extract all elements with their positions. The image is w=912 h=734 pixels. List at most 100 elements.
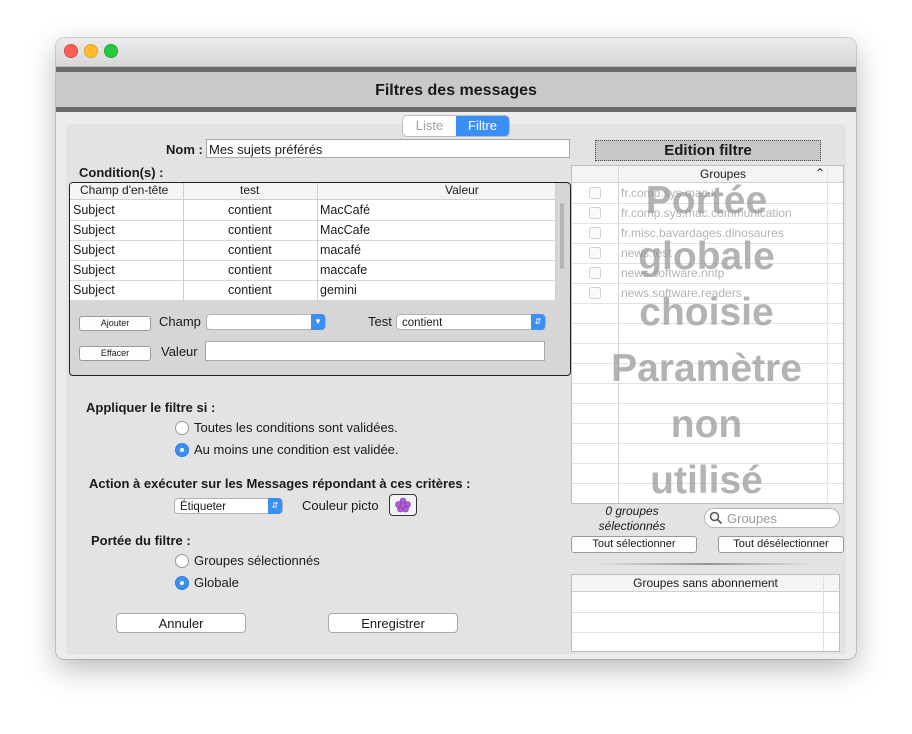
group-row[interactable]: fr.comp.sys.mac.x: [572, 183, 843, 204]
conditions-table-header: Champ d'en-tête test Valeur: [70, 183, 556, 200]
updown-chevron-icon: ⇵: [268, 498, 282, 514]
groups-count-line: 0 groupes: [605, 504, 659, 518]
empty-row: [572, 443, 843, 464]
scope-label: Portée du filtre :: [91, 533, 191, 548]
cell-champ: Subject: [73, 283, 115, 297]
table-row[interactable]: Subject contient gemini: [70, 280, 556, 301]
no-subscription-table[interactable]: Groupes sans abonnement: [571, 574, 840, 652]
test-select-value: contient: [402, 317, 443, 329]
save-button[interactable]: Enregistrer: [328, 613, 458, 633]
separator: [596, 563, 816, 565]
cell-valeur: gemini: [320, 283, 357, 297]
empty-row: [572, 403, 843, 424]
champ-select[interactable]: ▼: [206, 314, 326, 330]
cell-valeur: macafé: [320, 243, 361, 257]
empty-row: [572, 612, 839, 633]
radio-any-condition[interactable]: [175, 443, 189, 457]
filter-window: Filtres des messages Liste Filtre Nom : …: [56, 38, 856, 659]
tab-filtre[interactable]: Filtre: [456, 116, 509, 136]
test-select[interactable]: contient ⇵: [396, 314, 546, 330]
apply-label: Appliquer le filtre si :: [86, 400, 216, 415]
groups-table-header: Groupes ⌃: [572, 166, 843, 183]
group-checkbox[interactable]: [589, 247, 601, 259]
conditions-table[interactable]: Champ d'en-tête test Valeur Subject cont…: [70, 183, 564, 301]
groups-search-input[interactable]: Groupes: [704, 508, 840, 528]
conditions-scrollbar[interactable]: [560, 203, 564, 269]
action-select[interactable]: Étiqueter ⇵: [174, 498, 283, 514]
cell-valeur: MacCafé: [320, 203, 371, 217]
cell-champ: Subject: [73, 203, 115, 217]
group-row[interactable]: fr.misc.bavardages.dinosaures: [572, 223, 843, 244]
column-header-champ[interactable]: Champ d'en-tête: [80, 183, 168, 197]
empty-row: [572, 323, 843, 344]
close-window-button[interactable]: [64, 44, 78, 58]
group-name: fr.comp.sys.mac.communication: [621, 206, 792, 220]
action-label: Action à exécuter sur les Messages répon…: [89, 476, 471, 491]
delete-condition-button[interactable]: Effacer: [79, 346, 151, 361]
updown-chevron-icon: ⇵: [531, 314, 545, 330]
cell-champ: Subject: [73, 223, 115, 237]
select-all-button[interactable]: Tout sélectionner: [571, 536, 697, 553]
groups-count: 0 groupes sélectionnés: [584, 504, 680, 534]
cell-valeur: MacCafe: [320, 223, 371, 237]
title-bar: [56, 38, 856, 67]
column-divider: [183, 183, 184, 301]
group-row[interactable]: news.software.nntp: [572, 263, 843, 284]
add-condition-button[interactable]: Ajouter: [79, 316, 151, 331]
valeur-label: Valeur: [161, 344, 198, 359]
column-divider: [317, 183, 318, 301]
radio-all-conditions-label: Toutes les conditions sont validées.: [194, 420, 398, 435]
radio-selected-groups-label: Groupes sélectionnés: [194, 553, 320, 568]
group-row[interactable]: news.test: [572, 243, 843, 264]
zoom-window-button[interactable]: [104, 44, 118, 58]
valeur-input[interactable]: [205, 341, 545, 361]
empty-row: [572, 343, 843, 364]
no-subscription-header[interactable]: Groupes sans abonnement: [572, 575, 839, 592]
page-title: Filtres des messages: [375, 82, 537, 99]
group-name: news.software.nntp: [621, 266, 725, 280]
group-row[interactable]: fr.comp.sys.mac.communication: [572, 203, 843, 224]
cancel-button[interactable]: Annuler: [116, 613, 246, 633]
group-checkbox[interactable]: [589, 207, 601, 219]
champ-label: Champ: [159, 314, 201, 329]
table-row[interactable]: Subject contient MacCafé: [70, 200, 556, 221]
table-row[interactable]: Subject contient maccafe: [70, 260, 556, 281]
empty-row: [572, 592, 839, 613]
column-header-test[interactable]: test: [240, 183, 259, 197]
groups-column-header[interactable]: Groupes: [700, 167, 746, 181]
radio-global-label: Globale: [194, 575, 239, 590]
minimize-window-button[interactable]: [84, 44, 98, 58]
chevron-down-icon: ▼: [311, 314, 325, 330]
group-checkbox[interactable]: [589, 187, 601, 199]
action-select-value: Étiqueter: [180, 501, 227, 513]
radio-selected-groups[interactable]: [175, 554, 189, 568]
cell-test: contient: [228, 263, 272, 277]
name-label: Nom :: [166, 142, 203, 157]
deselect-all-button[interactable]: Tout désélectionner: [718, 536, 844, 553]
groups-table[interactable]: Groupes ⌃ fr.comp.sys.mac.x fr.comp.sys.…: [571, 165, 844, 504]
group-checkbox[interactable]: [589, 267, 601, 279]
radio-global[interactable]: [175, 576, 189, 590]
radio-all-conditions[interactable]: [175, 421, 189, 435]
group-name: news.software.readers: [621, 286, 742, 300]
sort-ascending-icon: ⌃: [815, 166, 826, 180]
tab-segmented-control: Liste Filtre: [402, 115, 510, 137]
group-checkbox[interactable]: [589, 287, 601, 299]
color-picker-button[interactable]: [389, 494, 417, 516]
header-bottom-divider: [56, 107, 856, 112]
filter-name-input[interactable]: Mes sujets préférés: [206, 139, 570, 158]
column-header-valeur[interactable]: Valeur: [445, 183, 479, 197]
table-row[interactable]: Subject contient macafé: [70, 240, 556, 261]
tab-liste[interactable]: Liste: [403, 116, 456, 136]
empty-row: [572, 632, 839, 651]
empty-row: [572, 363, 843, 384]
group-name: fr.comp.sys.mac.x: [621, 186, 718, 200]
group-checkbox[interactable]: [589, 227, 601, 239]
edition-filter-title: Edition filtre: [595, 140, 821, 161]
table-row[interactable]: Subject contient MacCafe: [70, 220, 556, 241]
test-label: Test: [368, 314, 392, 329]
group-name: news.test: [621, 246, 672, 260]
groups-count-line: sélectionnés: [598, 519, 666, 533]
cell-champ: Subject: [73, 263, 115, 277]
group-row[interactable]: news.software.readers: [572, 283, 843, 304]
